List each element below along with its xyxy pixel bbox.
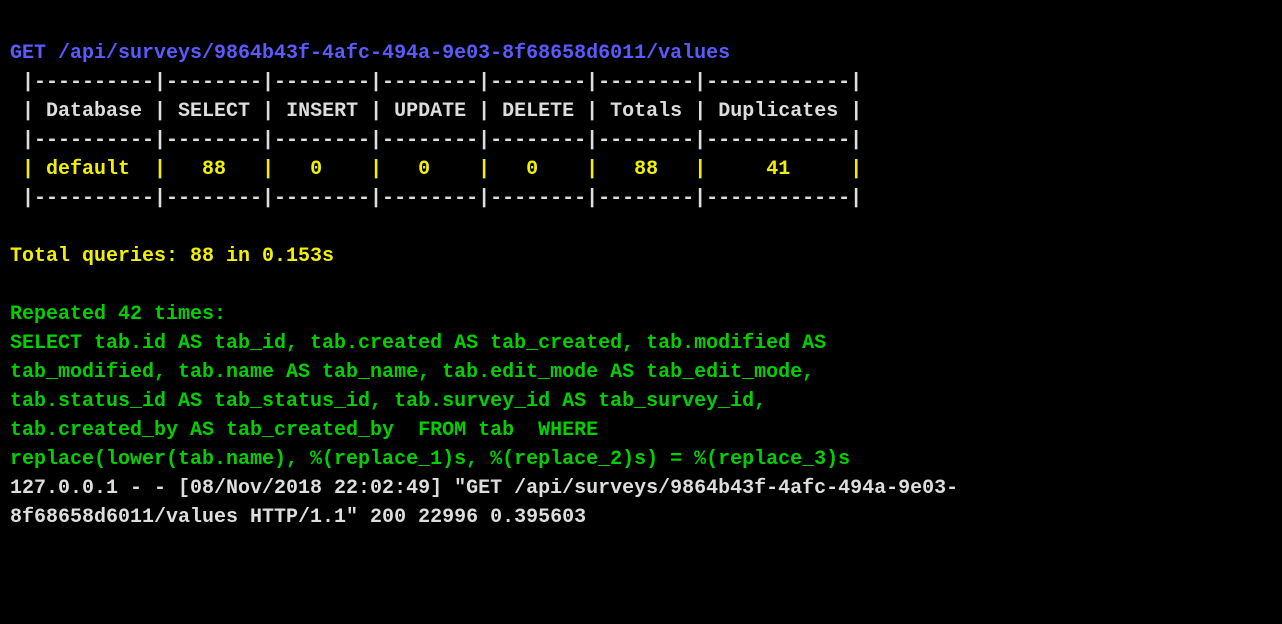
col-select: SELECT <box>178 100 250 123</box>
cell-database: default <box>46 158 130 181</box>
table-top-border: |----------|--------|--------|--------|-… <box>10 71 862 94</box>
col-duplicates: Duplicates <box>718 100 838 123</box>
request-line: GET /api/surveys/9864b43f-4afc-494a-9e03… <box>10 42 730 65</box>
sql-line-4: tab.created_by AS tab_created_by FROM ta… <box>10 419 598 442</box>
total-queries-line: Total queries: 88 in 0.153s <box>10 245 334 268</box>
sql-line-5: replace(lower(tab.name), %(replace_1)s, … <box>10 448 850 471</box>
table-header-row: | Database | SELECT | INSERT | UPDATE | … <box>10 100 862 123</box>
col-database: Database <box>46 100 142 123</box>
cell-delete: 0 <box>526 158 538 181</box>
cell-insert: 0 <box>310 158 322 181</box>
cell-select: 88 <box>202 158 226 181</box>
cell-duplicates: 41 <box>766 158 790 181</box>
col-update: UPDATE <box>394 100 466 123</box>
table-bottom-border: |----------|--------|--------|--------|-… <box>10 187 862 210</box>
sql-line-3: tab.status_id AS tab_status_id, tab.surv… <box>10 390 766 413</box>
access-log-line-2: 8f68658d6011/values HTTP/1.1" 200 22996 … <box>10 506 586 529</box>
cell-totals: 88 <box>634 158 658 181</box>
table-data-row: | default | 88 | 0 | 0 | 0 | 88 | 41 | <box>10 158 862 181</box>
col-delete: DELETE <box>502 100 574 123</box>
repeated-header: Repeated 42 times: <box>10 303 226 326</box>
col-totals: Totals <box>610 100 682 123</box>
access-log-line-1: 127.0.0.1 - - [08/Nov/2018 22:02:49] "GE… <box>10 477 958 500</box>
sql-line-2: tab_modified, tab.name AS tab_name, tab.… <box>10 361 814 384</box>
col-insert: INSERT <box>286 100 358 123</box>
cell-update: 0 <box>418 158 430 181</box>
table-mid-border: |----------|--------|--------|--------|-… <box>10 129 862 152</box>
sql-line-1: SELECT tab.id AS tab_id, tab.created AS … <box>10 332 826 355</box>
